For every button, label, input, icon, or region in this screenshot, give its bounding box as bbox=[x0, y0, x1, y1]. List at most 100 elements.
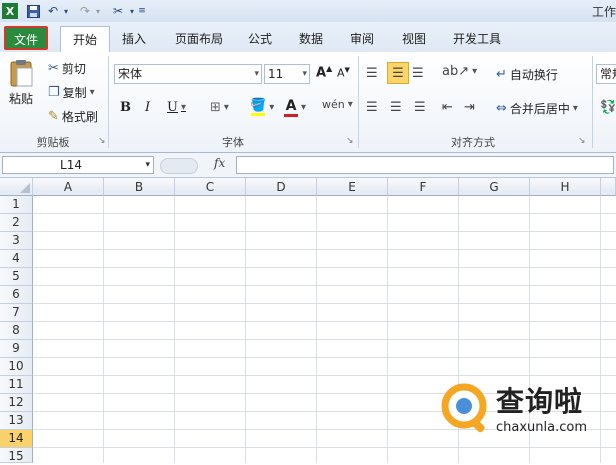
font-size-select[interactable]: 11 ▾ bbox=[264, 64, 310, 84]
merge-icon: ⇔ bbox=[496, 101, 507, 116]
increase-indent-button[interactable]: ⇥ bbox=[464, 100, 475, 115]
paste-button[interactable]: 粘贴 bbox=[8, 58, 34, 107]
align-bottom-button[interactable]: ☰ bbox=[412, 66, 424, 81]
font-color-button[interactable]: A ▾ bbox=[284, 98, 306, 117]
tab-formulas[interactable]: 公式 bbox=[240, 28, 280, 50]
font-name-select[interactable]: 宋体 ▾ bbox=[114, 64, 262, 84]
cut-label: 剪切 bbox=[61, 62, 86, 76]
select-all-corner[interactable] bbox=[0, 178, 33, 196]
underline-button[interactable]: U ▾ bbox=[167, 100, 186, 115]
row-header[interactable]: 8 bbox=[0, 322, 33, 340]
tab-view[interactable]: 视图 bbox=[394, 28, 434, 50]
bold-button[interactable]: B bbox=[120, 100, 131, 115]
alignment-launcher-icon[interactable]: ↘ bbox=[578, 136, 586, 146]
font-launcher-icon[interactable]: ↘ bbox=[346, 136, 354, 146]
row-header[interactable]: 15 bbox=[0, 448, 33, 463]
name-box[interactable]: L14 ▾ bbox=[2, 156, 154, 174]
formula-bar: L14 ▾ fx bbox=[0, 153, 616, 178]
cut-button[interactable]: ✂ 剪切 bbox=[48, 60, 86, 77]
shrink-font-button[interactable]: A▼ bbox=[337, 66, 350, 80]
tools-dropdown-icon[interactable]: ▾ bbox=[128, 3, 136, 19]
row-header[interactable]: 12 bbox=[0, 394, 33, 412]
font-color-dropdown-icon: ▾ bbox=[301, 102, 307, 113]
row-header[interactable]: 3 bbox=[0, 232, 33, 250]
clipboard-group-label: 剪贴板 bbox=[36, 136, 70, 149]
column-header-e[interactable]: E bbox=[317, 178, 388, 196]
tab-insert[interactable]: 插入 bbox=[114, 28, 154, 50]
grow-font-icon: A▲ bbox=[316, 64, 333, 81]
fill-color-button[interactable]: 🪣 ▾ bbox=[250, 98, 274, 116]
row-header[interactable]: 7 bbox=[0, 304, 33, 322]
alignment-group-label: 对齐方式 bbox=[451, 136, 495, 149]
row-header[interactable]: 1 bbox=[0, 196, 33, 214]
tab-file[interactable]: 文件 bbox=[4, 26, 48, 50]
formula-input[interactable] bbox=[236, 156, 614, 174]
row-header[interactable]: 6 bbox=[0, 286, 33, 304]
row-header-active[interactable]: 14 bbox=[0, 430, 33, 448]
format-painter-label: 格式刷 bbox=[61, 110, 98, 124]
tab-developer[interactable]: 开发工具 bbox=[446, 28, 508, 50]
column-header-a[interactable]: A bbox=[33, 178, 104, 196]
font-group-label: 字体 bbox=[222, 136, 244, 149]
underline-dropdown-icon: ▾ bbox=[180, 102, 186, 113]
save-icon[interactable] bbox=[26, 3, 40, 19]
align-center-button[interactable]: ☰ bbox=[390, 100, 402, 115]
column-header-h[interactable]: H bbox=[530, 178, 601, 196]
column-header-g[interactable]: G bbox=[459, 178, 530, 196]
redo-icon[interactable]: ↷ bbox=[78, 3, 92, 19]
tab-review[interactable]: 审阅 bbox=[342, 28, 382, 50]
undo-dropdown-icon[interactable]: ▾ bbox=[62, 3, 70, 19]
excel-app-icon[interactable]: X bbox=[2, 3, 18, 19]
align-middle-button[interactable]: ☰ bbox=[387, 62, 409, 84]
formula-bar-splitter[interactable] bbox=[160, 158, 198, 174]
clipboard-launcher-icon[interactable]: ↘ bbox=[98, 136, 106, 146]
watermark: 查询啦 chaxunla.com bbox=[440, 380, 616, 440]
row-header[interactable]: 10 bbox=[0, 358, 33, 376]
tab-data[interactable]: 数据 bbox=[291, 28, 331, 50]
align-right-icon: ☰ bbox=[414, 100, 426, 115]
row-header[interactable]: 4 bbox=[0, 250, 33, 268]
align-middle-icon: ☰ bbox=[392, 65, 404, 81]
row-header[interactable]: 11 bbox=[0, 376, 33, 394]
column-header-d[interactable]: D bbox=[246, 178, 317, 196]
orientation-dropdown-icon: ▾ bbox=[472, 66, 478, 77]
column-header-partial[interactable] bbox=[601, 178, 616, 196]
tab-page-layout[interactable]: 页面布局 bbox=[168, 28, 230, 50]
italic-button[interactable]: I bbox=[145, 100, 150, 115]
format-painter-button[interactable]: ✎ 格式刷 bbox=[48, 108, 98, 125]
undo-icon[interactable]: ↶ bbox=[46, 3, 60, 19]
title-bar: X ↶ ▾ ↷ ▾ ✂ ▾ ≡ 工作 bbox=[0, 0, 616, 23]
align-left-button[interactable]: ☰ bbox=[366, 100, 378, 115]
align-right-button[interactable]: ☰ bbox=[414, 100, 426, 115]
redo-dropdown-icon[interactable]: ▾ bbox=[94, 3, 102, 19]
number-format-select[interactable]: 常规 bbox=[596, 64, 616, 84]
number-format-value: 常规 bbox=[600, 67, 616, 81]
row-header[interactable]: 5 bbox=[0, 268, 33, 286]
column-header-b[interactable]: B bbox=[104, 178, 175, 196]
tab-home[interactable]: 开始 bbox=[60, 26, 110, 52]
tools-icon[interactable]: ✂ bbox=[110, 3, 126, 19]
insert-function-icon[interactable]: fx bbox=[214, 156, 225, 170]
customize-qat-icon[interactable]: ≡ bbox=[138, 3, 146, 19]
row-header[interactable]: 2 bbox=[0, 214, 33, 232]
merge-center-button[interactable]: ⇔ 合并后居中 ▾ bbox=[496, 100, 578, 117]
group-separator bbox=[592, 56, 593, 148]
wrap-text-label: 自动换行 bbox=[509, 68, 558, 82]
column-header-f[interactable]: F bbox=[388, 178, 459, 196]
italic-label: I bbox=[145, 100, 151, 115]
search-logo-icon bbox=[441, 383, 487, 433]
row-header[interactable]: 9 bbox=[0, 340, 33, 358]
row-header[interactable]: 13 bbox=[0, 412, 33, 430]
copy-button[interactable]: ❐ 复制 ▾ bbox=[48, 84, 95, 101]
copy-label: 复制 bbox=[62, 86, 87, 100]
borders-button[interactable]: ⊞ ▾ bbox=[210, 100, 229, 115]
column-header-c[interactable]: C bbox=[175, 178, 246, 196]
orientation-button[interactable]: ab↗ ▾ bbox=[442, 64, 477, 79]
phonetic-button[interactable]: wén ▾ bbox=[322, 98, 353, 111]
align-top-button[interactable]: ☰ bbox=[366, 66, 378, 81]
grow-font-button[interactable]: A▲ bbox=[316, 64, 332, 80]
currency-button[interactable]: 💱 bbox=[600, 100, 616, 115]
window-title: 工作 bbox=[591, 5, 616, 19]
wrap-text-button[interactable]: ↵ 自动换行 bbox=[496, 66, 558, 83]
decrease-indent-button[interactable]: ⇤ bbox=[442, 100, 453, 115]
